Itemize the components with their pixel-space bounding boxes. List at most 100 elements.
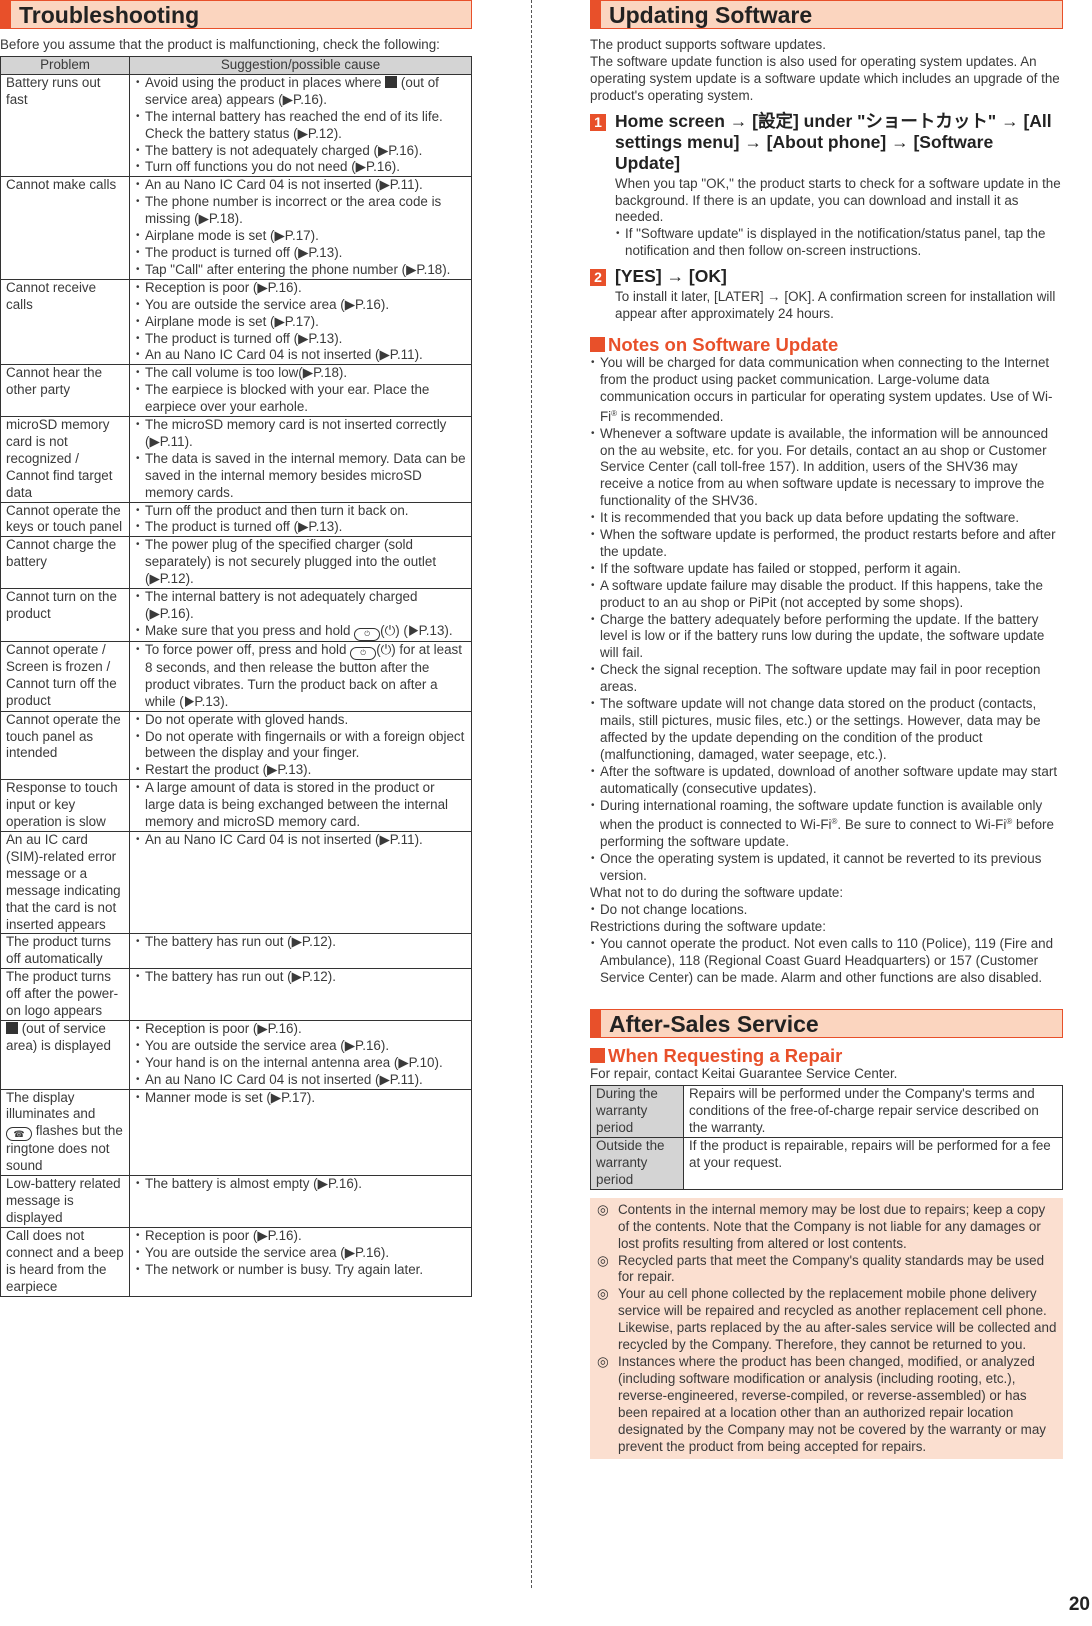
problem-cell: The display illuminates and ☎ flashes bu… [0,1088,130,1177]
subheading-text: When Requesting a Repair [608,1044,843,1066]
column-header-suggestion: Suggestion/possible cause [129,55,472,75]
problem-cell: Battery runs out fast [0,73,130,178]
table-row: Cannot operate the keys or touch panel Tu… [0,501,472,538]
square-bullet-icon [590,1047,605,1063]
section-header-troubleshooting: Troubleshooting [0,0,472,29]
suggestion-cell: The microSD memory card is not inserted … [129,416,472,503]
list-item: Do not operate with fingernails or with … [135,729,466,763]
problem-cell: (out of service area) is displayed [0,1019,130,1090]
list-item: Airplane mode is set (▶P.17). [135,228,466,245]
problem-cell: The product turns off automatically [0,933,130,970]
list-item: Turn off functions you do not need (▶P.1… [135,159,466,176]
repair-note: ◎ Contents in the internal memory may be … [597,1201,1046,1251]
repair-note: ◎ Instances where the product has been ch… [597,1354,1046,1454]
step-body: When you tap "OK," the product starts to… [615,175,1061,225]
step-title: [YES] → [OK] [615,266,727,287]
table-row: Outside the warranty period If the produ… [590,1137,1063,1190]
step-body: To install it later, [LATER] → [OK]. A c… [615,289,1056,322]
troubleshooting-intro: Before you assume that the product is ma… [0,37,440,52]
repair-note: ◎ Recycled parts that meet the Company's … [597,1252,1045,1285]
suggestion-cell: Reception is poor (▶P.16).You are outsid… [129,1226,472,1297]
list-item: The call volume is too low(▶P.18). [135,365,466,382]
list-item: You are outside the service area (▶P.16)… [135,1038,466,1055]
list-item: You will be charged for data communicati… [590,355,1063,426]
double-circle-icon: ◎ [597,1354,609,1369]
table-row: Cannot make calls An au Nano IC Card 04 i… [0,176,472,280]
list-item: The power plug of the specified charger … [135,537,466,588]
suggestion-cell: Reception is poor (▶P.16).You are outsid… [129,1019,472,1090]
list-item: Airplane mode is set (▶P.17). [135,314,466,331]
problem-cell: Call does not connect and a beep is hear… [0,1226,130,1297]
suggestion-cell: An au Nano IC Card 04 is not inserted (▶… [129,176,472,280]
restrictions-label: Restrictions during the software update: [590,918,826,934]
suggestion-cell: Reception is poor (▶P.16).You are outsid… [129,278,472,366]
list-item: Tap "Call" after entering the phone numb… [135,262,466,279]
table-row: Response to touch input or key operation… [0,779,472,832]
repair-value: If the product is repairable, repairs wi… [683,1137,1063,1190]
table-row: Call does not connect and a beep is hear… [0,1226,472,1297]
subheading-when-requesting-repair: When Requesting a Repair [590,1044,1063,1066]
troubleshooting-table-body: Battery runs out fastAvoid using the pro… [0,73,472,1297]
step-number-badge: 2 [590,269,606,287]
subheading-notes-on-software-update: Notes on Software Update [590,334,1063,355]
step-2: 2 [YES] → [OK] To install it later, [LAT… [590,266,1063,323]
list-item: The battery is almost empty (▶P.16). [135,1176,466,1193]
list-item: The phone number is incorrect or the are… [135,194,466,228]
problem-cell: Cannot charge the battery [0,536,130,590]
suggestion-cell: Manner mode is set (▶P.17). [129,1088,472,1177]
list-item: The internal battery has reached the end… [135,109,466,143]
list-item: The network or number is busy. Try again… [135,1262,466,1279]
problem-cell: Response to touch input or key operation… [0,779,130,832]
table-row: microSD memory card is not recognized / … [0,416,472,503]
list-item: If the software update has failed or sto… [590,561,1063,578]
problem-cell: An au IC card (SIM)-related error messag… [0,830,130,935]
list-item: The data is saved in the internal memory… [135,451,466,502]
problem-cell: Cannot receive calls [0,278,130,366]
list-item: The earpiece is blocked with your ear. P… [135,382,466,416]
suggestion-cell: A large amount of data is stored in the … [129,779,472,832]
table-header-row: Problem Suggestion/possible cause [0,55,472,75]
table-row: (out of service area) is displayedRecept… [0,1019,472,1090]
list-item: Avoid using the product in places where … [135,75,466,109]
table-row: Cannot charge the batteryThe power plug … [0,536,472,590]
list-item: Manner mode is set (▶P.17). [135,1090,466,1107]
problem-cell: Cannot operate / Screen is frozen / Cann… [0,640,130,712]
what-not-label: What not to do during the software updat… [590,885,844,901]
table-row: The product turns off after the power-on… [0,968,472,1021]
table-row: An au IC card (SIM)-related error messag… [0,830,472,935]
list-item: Charge the battery adequately before per… [590,612,1063,663]
table-row: Cannot operate the touch panel as intend… [0,710,472,781]
list-item: Check the signal reception. The software… [590,662,1063,696]
updating-intro: The product supports software updates. T… [590,37,1063,105]
list-item: The product is turned off (▶P.13). [135,331,466,348]
list-item: You are outside the service area (▶P.16)… [135,1245,466,1262]
table-row: During the warranty period Repairs will … [590,1085,1063,1139]
suggestion-cell: The battery is almost empty (▶P.16). [129,1175,472,1228]
suggestion-cell: To force power off, press and hold ⏻(⏻) … [129,640,472,712]
problem-cell: Cannot operate the touch panel as intend… [0,710,130,781]
list-item: You cannot operate the product. Not even… [590,936,1063,987]
list-item: The battery has run out (▶P.12). [135,934,466,951]
updating-intro-line: The product supports software updates. [590,37,826,52]
repair-value: Repairs will be performed under the Comp… [683,1085,1063,1139]
power-key-icon: ⏻ [350,646,377,660]
phone-lamp-icon: ☎ [6,1127,32,1142]
repair-intro: For repair, contact Keitai Guarantee Ser… [590,1065,898,1081]
problem-cell: microSD memory card is not recognized / … [0,416,130,503]
step-bullets: If "Software update" is displayed in the… [615,226,1063,260]
problem-cell: The product turns off after the power-on… [0,968,130,1021]
suggestion-cell: The battery has run out (▶P.12). [129,933,472,970]
list-item: An au Nano IC Card 04 is not inserted (▶… [135,1072,466,1089]
list-item: The microSD memory card is not inserted … [135,417,466,451]
restrictions-list: You cannot operate the product. Not even… [590,936,1063,987]
list-item: Whenever a software update is available,… [590,426,1063,511]
list-item: Make sure that you press and hold ⏻(⏻) (… [135,623,466,641]
table-row: Battery runs out fastAvoid using the pro… [0,73,472,178]
repair-note: ◎ Your au cell phone collected by the rep… [597,1286,1057,1353]
list-item: During international roaming, the softwa… [590,798,1063,852]
problem-cell: Cannot operate the keys or touch panel [0,501,130,538]
list-item: Reception is poor (▶P.16). [135,280,466,297]
list-item: Your hand is on the internal antenna are… [135,1055,466,1072]
page-number: 20 [1068,1594,1090,1615]
list-item: The battery is not adequately charged (▶… [135,143,466,160]
